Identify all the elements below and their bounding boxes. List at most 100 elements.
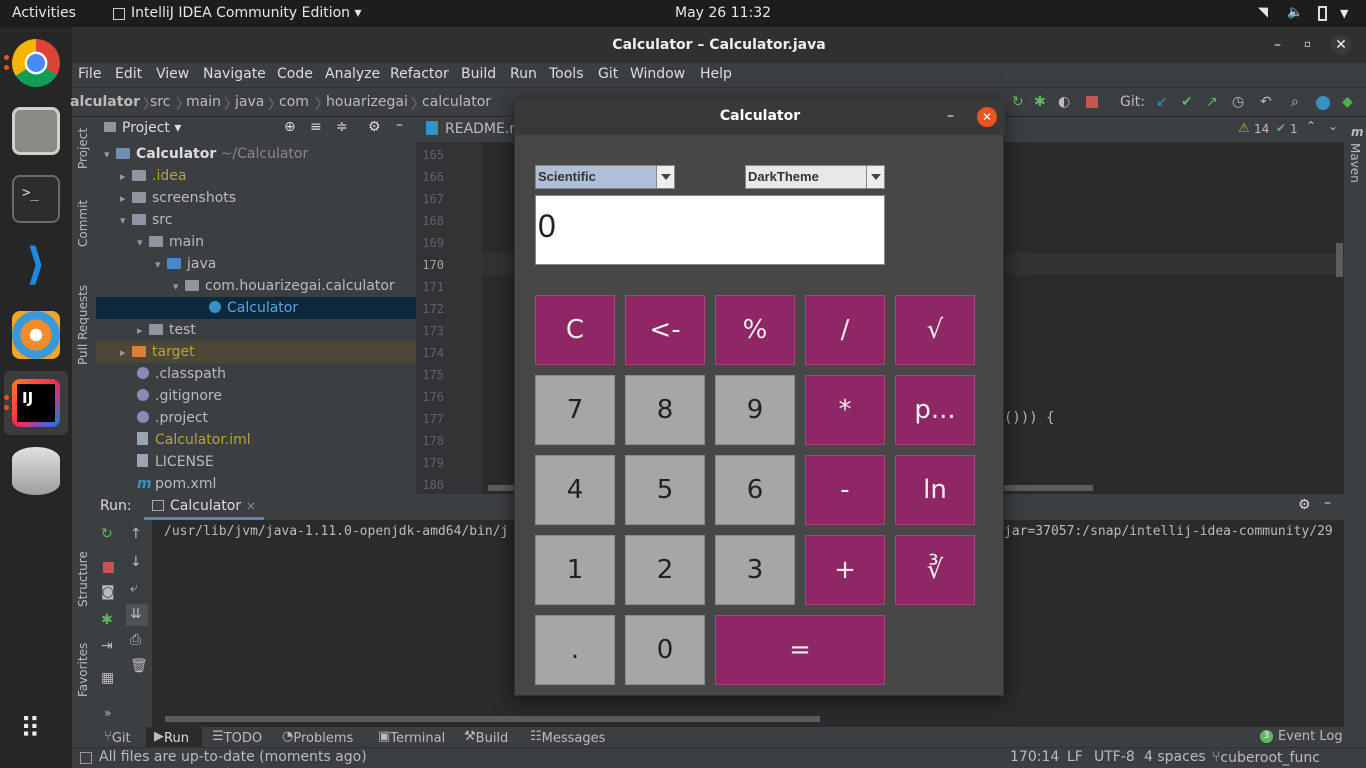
run-settings-icon[interactable]: ⚙ [1298,497,1311,513]
activities-button[interactable]: Activities [12,5,76,21]
breadcrumb-src[interactable]: src [150,94,170,110]
breadcrumb-houarizegai[interactable]: houarizegai [326,94,408,110]
bottom-tab-terminal[interactable]: ▣ Terminal [378,729,445,746]
line-separator[interactable]: LF [1067,749,1083,765]
breadcrumb-main[interactable]: main [186,94,221,110]
theme-select[interactable]: DarkTheme [745,165,885,189]
tree-item[interactable]: ▾ src [120,209,172,231]
breadcrumb-calculator[interactable]: calculator [422,94,491,110]
divide-button[interactable]: / [805,295,885,365]
show-apps-icon[interactable]: ⠿ [20,715,52,747]
editor-tab-readme[interactable]: README.m [445,121,523,137]
multiply-button[interactable]: * [805,375,885,445]
rerun-icon[interactable]: ↻ [101,526,113,542]
power-button[interactable]: p... [895,375,975,445]
sqrt-button[interactable]: √ [895,295,975,365]
clear-button[interactable]: C [535,295,615,365]
maven-icon[interactable]: m [1351,125,1364,139]
run-tab-calculator[interactable]: Calculator [170,498,241,514]
database-icon[interactable] [12,447,60,495]
tree-item[interactable]: .classpath [137,363,226,385]
calculator-display[interactable]: 0 [535,195,885,265]
event-log-button[interactable]: Event Log [1278,729,1343,744]
menu-help[interactable]: Help [700,66,732,82]
menu-build[interactable]: Build [461,66,496,82]
indent-setting[interactable]: 4 spaces [1144,749,1206,765]
calc-close-icon[interactable]: ✕ [977,107,997,127]
digit-1-button[interactable]: 1 [535,535,615,605]
tree-root[interactable]: ▾ Calculator ~/Calculator [104,143,308,165]
bottom-tab-messages[interactable]: ☷ Messages [530,729,605,746]
project-tool-tab[interactable]: Project [76,128,90,169]
blender-icon[interactable] [12,311,60,359]
maven-tool-tab[interactable]: Maven [1348,143,1362,183]
search-icon[interactable]: ⌕ [1291,94,1299,110]
menu-navigate[interactable]: Navigate [203,66,266,82]
stop-icon[interactable] [103,562,114,573]
digit-9-button[interactable]: 9 [715,375,795,445]
clock[interactable]: May 26 11:32 [675,5,771,21]
minimize-icon[interactable]: – [1274,27,1281,63]
decimal-button[interactable]: . [535,615,615,685]
favorites-tool-tab[interactable]: Favorites [76,643,90,697]
project-view-selector[interactable]: Project ▾ [122,120,181,136]
camera-icon[interactable]: ◙ [101,584,115,600]
menu-run[interactable]: Run [510,66,537,82]
digit-5-button[interactable]: 5 [625,455,705,525]
scroll-to-end-icon[interactable]: ⇊ [130,606,142,622]
plugin-icon[interactable]: ◆ [1342,94,1353,110]
calc-minimize-icon[interactable]: – [947,99,954,134]
git-rollback-icon[interactable]: ↶ [1260,94,1272,110]
bottom-tab-git[interactable]: ⑂ Git [104,729,131,746]
digit-6-button[interactable]: 6 [715,455,795,525]
tree-item[interactable]: ▸ .idea [120,165,186,187]
menu-code[interactable]: Code [277,66,313,82]
commit-tool-tab[interactable]: Commit [76,200,90,247]
menu-file[interactable]: File [78,66,101,82]
system-menu-icon[interactable]: ▼ [1340,7,1348,20]
digit-0-button[interactable]: 0 [625,615,705,685]
trash-icon[interactable]: 🗑 [130,658,148,674]
menu-view[interactable]: View [156,66,189,82]
equals-button[interactable]: = [715,615,885,685]
hide-panel-icon[interactable]: – [396,117,403,133]
backspace-button[interactable]: <- [625,295,705,365]
bottom-tab-run[interactable]: ▶ Run [154,729,189,746]
debug-icon[interactable]: ✱ [101,612,113,628]
files-icon[interactable] [12,107,60,155]
prev-highlight-icon[interactable]: ⌃ [1306,119,1316,133]
mode-select[interactable]: Scientific [535,165,675,189]
locate-icon[interactable]: ⊕ [284,119,296,135]
coverage-icon[interactable]: ◐ [1058,94,1070,110]
exit-icon[interactable]: ⇥ [101,638,113,654]
menu-edit[interactable]: Edit [115,66,142,82]
soft-wrap-icon[interactable]: ⤶ [130,580,138,596]
menu-analyze[interactable]: Analyze [325,66,380,82]
rerun-icon[interactable]: ↻ [1012,94,1024,110]
bottom-tab-build[interactable]: ⚒ Build [464,729,508,746]
structure-tool-tab[interactable]: Structure [76,551,90,607]
warning-icon[interactable]: ⚠ [1238,121,1250,136]
tree-item-selected[interactable]: Calculator [209,297,298,319]
cube-root-button[interactable]: ∛ [895,535,975,605]
digit-8-button[interactable]: 8 [625,375,705,445]
close-icon[interactable]: ✕ [1331,35,1351,55]
scroll-down-icon[interactable]: ↓ [130,554,142,570]
tree-item[interactable]: LICENSE [137,451,214,473]
digit-2-button[interactable]: 2 [625,535,705,605]
tree-item[interactable]: m pom.xml [137,473,216,495]
git-commit-icon[interactable]: ✔ [1181,94,1193,110]
chrome-icon[interactable] [12,39,60,87]
tree-item[interactable]: .project [137,407,208,429]
tree-item[interactable]: .gitignore [137,385,222,407]
menu-git[interactable]: Git [598,66,618,82]
bottom-tab-problems[interactable]: ◔ Problems [282,729,353,746]
digit-7-button[interactable]: 7 [535,375,615,445]
bottom-tab-todo[interactable]: ☰ TODO [212,729,262,746]
menu-refactor[interactable]: Refactor [390,66,449,82]
ln-button[interactable]: ln [895,455,975,525]
more-icon[interactable]: » [104,706,111,720]
plus-button[interactable]: + [805,535,885,605]
file-encoding[interactable]: UTF-8 [1094,749,1135,765]
menu-window[interactable]: Window [630,66,685,82]
